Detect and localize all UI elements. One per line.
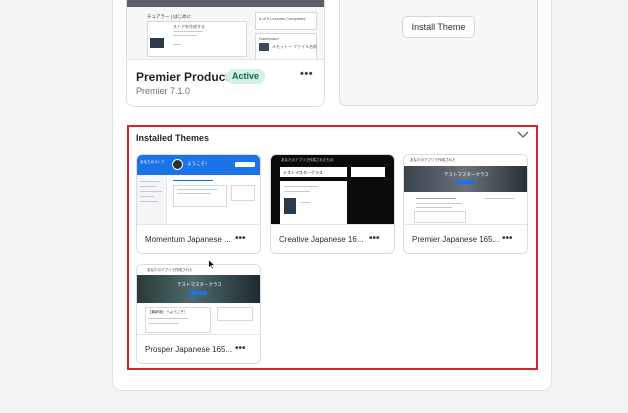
theme-name: Momentum Japanese ... xyxy=(145,235,231,244)
more-horizontal-icon[interactable]: ••• xyxy=(235,343,246,354)
status-badge: Active xyxy=(226,69,266,84)
preview-side-text-2: Dashboard xyxy=(259,36,279,41)
preview-side-box xyxy=(255,12,317,30)
theme-preview-momentum: ようこそ！ あなたのストア xyxy=(137,155,260,225)
more-horizontal-icon[interactable]: ••• xyxy=(502,233,513,244)
preview-heading: チュアラー | はじめに xyxy=(147,14,192,19)
more-horizontal-icon[interactable]: ••• xyxy=(369,233,380,244)
theme-name: Creative Japanese 16... xyxy=(279,235,364,244)
preview-topbar xyxy=(127,0,324,7)
theme-preview-prosper: あなたのアプリで作成された テストマスタークラス 【最新版】 へようこそ！ xyxy=(137,265,260,335)
theme-card-prosper[interactable]: あなたのアプリで作成された テストマスタークラス 【最新版】 へようこそ！ Pr… xyxy=(136,264,261,364)
active-theme-version: Premier 7.1.0 xyxy=(136,86,191,96)
theme-name: Prosper Japanese 165... xyxy=(145,345,233,354)
theme-card-momentum[interactable]: ようこそ！ あなたのストア Momentum Japanese ... ••• xyxy=(136,154,261,254)
avatar xyxy=(172,159,183,170)
more-horizontal-icon[interactable]: ••• xyxy=(235,233,246,244)
active-theme-preview: チュアラー | はじめに ストアを作成する 5 of 5 Lessons Com… xyxy=(127,0,324,60)
theme-card-premier[interactable]: あなたのアプリで作成された テストマスタークラス Premier Japanes… xyxy=(403,154,528,254)
preview-image xyxy=(150,38,164,48)
chevron-down-icon[interactable] xyxy=(517,130,529,140)
theme-preview-premier: あなたのアプリで作成された テストマスタークラス xyxy=(404,155,527,225)
theme-preview-creative: あなたのアプリで作成されたもの テストマスタークラス xyxy=(271,155,394,225)
theme-card-creative[interactable]: あなたのアプリで作成されたもの テストマスタークラス Creative Japa… xyxy=(270,154,395,254)
install-theme-button[interactable]: Install Theme xyxy=(402,16,475,38)
theme-name: Premier Japanese 165... xyxy=(412,235,500,244)
active-theme-name: Premier Product xyxy=(136,70,230,84)
preview-side-text: 5 of 5 Lessons Completed xyxy=(259,16,306,21)
more-horizontal-icon[interactable]: ••• xyxy=(300,68,313,80)
mouse-cursor-icon xyxy=(208,259,216,270)
installed-themes-title: Installed Themes xyxy=(136,133,210,143)
preview-item: ルモットー ファイル名前 xyxy=(272,44,318,49)
preview-line: ストアを作成する xyxy=(173,24,205,29)
